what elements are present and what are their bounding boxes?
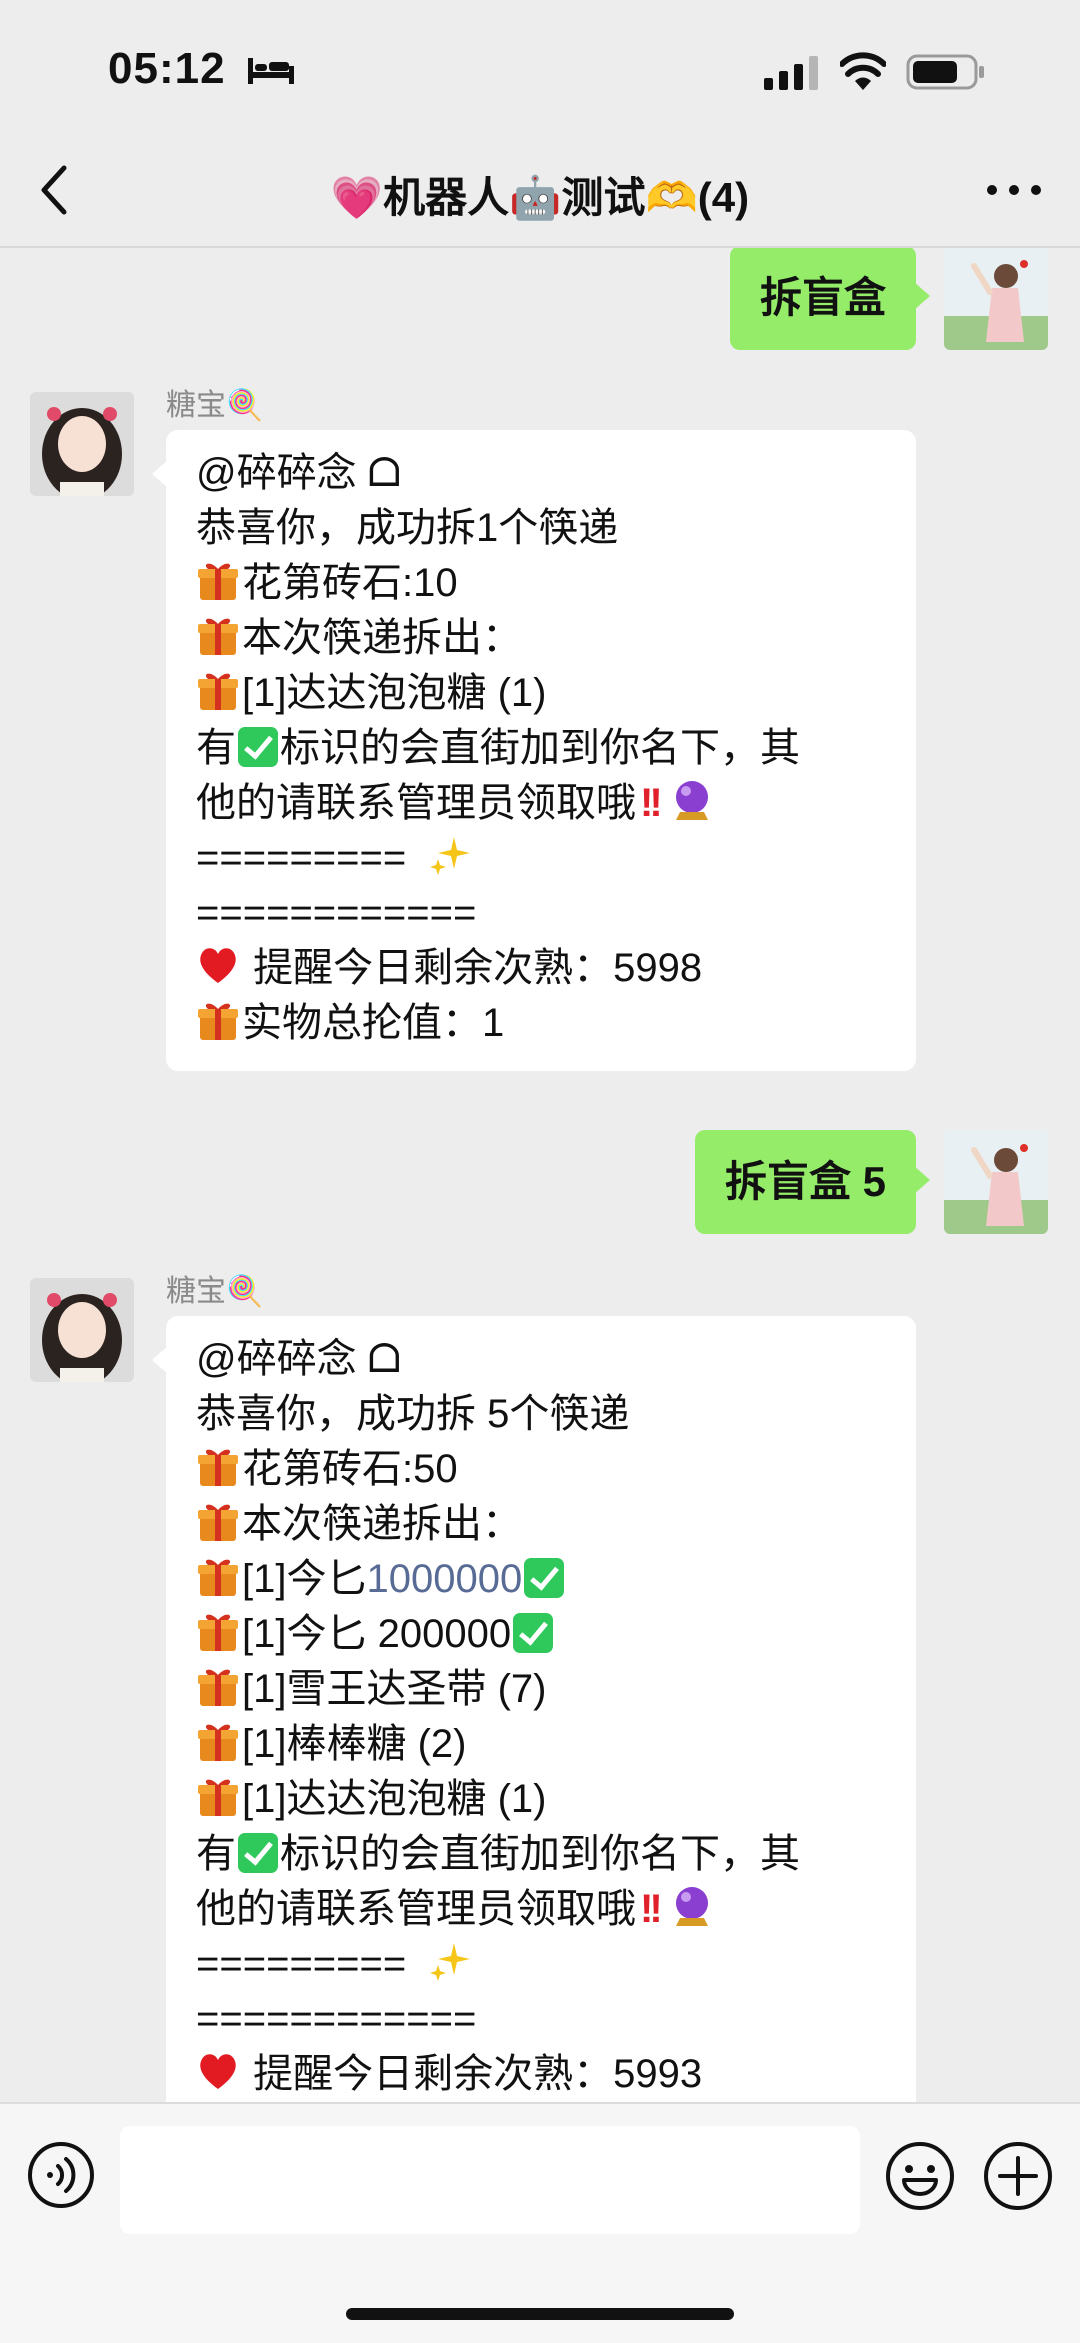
message-line: 恭喜你，成功拆 5个筷递: [196, 1392, 630, 1436]
gift-icon: [196, 1554, 240, 1598]
sleep-mode-icon: [248, 58, 294, 84]
outgoing-message[interactable]: 拆盲盒: [729, 248, 931, 350]
more-options-icon[interactable]: [984, 170, 1044, 210]
gift-icon: [196, 1444, 240, 1488]
message-line: 他的请联系管理员领取哦!!: [196, 1882, 886, 1937]
message-line: 他的请联系管理员领取哦!!: [196, 776, 886, 831]
gift-icon: [196, 1719, 240, 1763]
input-bar: [0, 2102, 1080, 2343]
chat-title[interactable]: 💗机器人🤖测试🫶(4): [200, 164, 880, 225]
plus-icon[interactable]: [982, 2140, 1054, 2212]
message-line: 实物总抡值：1: [196, 996, 886, 1051]
status-time: 05:12: [108, 44, 226, 93]
message-line: 本次筷递拆出：: [196, 611, 886, 666]
self-avatar[interactable]: [944, 1130, 1048, 1234]
message-line: [1]棒棒糖 (2): [196, 1717, 886, 1772]
outgoing-message[interactable]: 拆盲盒 5: [694, 1130, 931, 1234]
message-line: ============: [196, 1997, 477, 2041]
crystal-ball-icon: [670, 1884, 714, 1928]
home-indicator: [346, 2308, 734, 2320]
message-line: 提醒今日剩余次熟：5998: [196, 941, 886, 996]
message-line: 恭喜你，成功拆1个筷递: [196, 506, 619, 550]
sender-name: 糖宝🍭: [166, 1275, 264, 1308]
double-exclamation-icon: !!: [640, 1887, 663, 1931]
incoming-message[interactable]: @碎碎念 ᗝ 恭喜你，成功拆1个筷递 花第砖石:10 本次筷递拆出： [1]达达…: [152, 430, 916, 1071]
message-line: 花第砖石:10: [196, 556, 886, 611]
message-line: =========: [196, 831, 886, 886]
sparkles-icon: [428, 833, 472, 877]
gift-icon: [196, 613, 240, 657]
gift-icon: [196, 1609, 240, 1653]
message-line: [1]今匕1000000: [196, 1552, 886, 1607]
check-mark-icon: [524, 1558, 565, 1598]
emoji-icon[interactable]: [884, 2140, 956, 2212]
chat-header: 💗机器人🤖测试🫶(4): [0, 140, 1080, 248]
message-line: 提醒今日剩余次熟：5993: [196, 2047, 886, 2102]
message-line: [1]达达泡泡糖 (1): [196, 1772, 886, 1827]
message-line: 本次筷递拆出：: [196, 1497, 886, 1552]
incoming-message[interactable]: @碎碎念 ᗝ 恭喜你，成功拆 5个筷递 花第砖石:50 本次筷递拆出： [1]今…: [152, 1316, 916, 2102]
gift-icon: [196, 998, 240, 1042]
crystal-ball-icon: [670, 778, 714, 822]
message-line: 有标识的会直街加到你名下，其: [196, 726, 800, 770]
voice-input-icon[interactable]: [26, 2140, 96, 2210]
cellular-signal-icon: [764, 56, 818, 90]
gift-icon: [196, 558, 240, 602]
message-input[interactable]: [120, 2126, 860, 2234]
message-line: ============: [196, 891, 477, 935]
amount-link[interactable]: 1000000: [366, 1557, 522, 1601]
back-arrow-icon[interactable]: [34, 160, 74, 220]
message-text: 拆盲盒 5: [724, 1158, 886, 1205]
red-heart-icon: [196, 2049, 240, 2093]
message-list[interactable]: 拆盲盒 糖宝🍭 @碎碎念 ᗝ 恭喜你，成功拆1个筷递 花第砖石:10 本次筷递拆…: [0, 248, 1080, 2102]
check-mark-icon: [513, 1613, 554, 1653]
check-mark-icon: [238, 1833, 278, 1873]
red-heart-icon: [196, 943, 240, 987]
sender-avatar[interactable]: [30, 1278, 134, 1382]
gift-icon: [196, 1499, 240, 1543]
message-line: [1]今匕 200000: [196, 1607, 886, 1662]
gift-icon: [196, 668, 240, 712]
message-line: [1]雪王达圣带 (7): [196, 1662, 886, 1717]
sparkles-icon: [428, 1939, 472, 1983]
sender-avatar[interactable]: [30, 392, 134, 496]
check-mark-icon: [238, 727, 278, 767]
wifi-icon: [840, 52, 886, 90]
self-avatar[interactable]: [944, 248, 1048, 350]
gift-icon: [196, 1664, 240, 1708]
message-line: @碎碎念 ᗝ: [196, 1337, 401, 1381]
message-line: [1]达达泡泡糖 (1): [196, 666, 886, 721]
sender-name: 糖宝🍭: [166, 389, 264, 422]
status-bar: 05:12: [0, 0, 1080, 140]
message-line: 有标识的会直街加到你名下，其: [196, 1832, 800, 1876]
battery-icon: [906, 54, 984, 90]
message-line: =========: [196, 1937, 886, 1992]
message-line: @碎碎念 ᗝ: [196, 451, 401, 495]
gift-icon: [196, 1774, 240, 1818]
message-line: 花第砖石:50: [196, 1442, 886, 1497]
message-text: 拆盲盒: [759, 274, 886, 321]
double-exclamation-icon: !!: [640, 781, 663, 825]
